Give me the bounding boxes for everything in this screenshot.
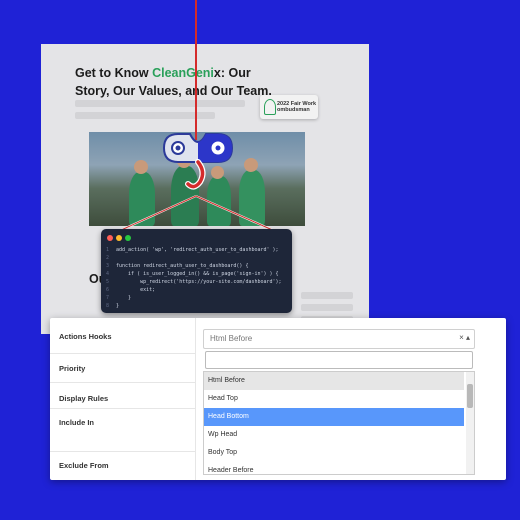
- dropdown-option[interactable]: Head Top: [204, 390, 464, 408]
- dropdown-scrollbar[interactable]: [466, 372, 474, 474]
- code-editor-window: 1 add_action( 'wp', 'redirect_auth_user_t…: [101, 229, 292, 313]
- clear-and-collapse-icon[interactable]: × ▴: [459, 333, 470, 342]
- actions-hooks-select[interactable]: Html Before × ▴: [203, 329, 475, 349]
- maximize-dot-icon: [125, 235, 131, 241]
- include-in-label: Include In: [59, 418, 95, 427]
- code-line: 6 exit;: [106, 287, 156, 293]
- code-line: 8}: [106, 303, 120, 309]
- scrollbar-thumb[interactable]: [467, 384, 473, 408]
- dropdown-option[interactable]: Body Top: [204, 444, 464, 462]
- close-dot-icon: [107, 235, 113, 241]
- dropdown-option-selected[interactable]: Head Bottom: [204, 408, 464, 426]
- dropdown-option[interactable]: Header Before: [204, 462, 464, 474]
- hook-icon: [162, 133, 234, 190]
- hook-options-dropdown: Html Before Head Top Head Bottom Wp Head…: [203, 371, 475, 475]
- row-divider: [50, 451, 195, 452]
- select-value: Html Before: [210, 334, 253, 343]
- display-rules-heading: Display Rules: [59, 394, 109, 403]
- row-divider: [50, 408, 195, 409]
- code-line: 2: [106, 255, 110, 261]
- dropdown-option[interactable]: Html Before: [204, 372, 464, 390]
- code-line: 4 if ( is_user_logged_in() && is_page('s…: [106, 271, 279, 277]
- code-line: 7 }: [106, 295, 132, 301]
- exclude-from-label: Exclude From: [59, 461, 109, 470]
- actions-hooks-label: Actions Hooks: [59, 332, 112, 341]
- priority-label: Priority: [59, 364, 86, 373]
- row-divider: [50, 382, 195, 383]
- dropdown-search-input[interactable]: [205, 351, 473, 369]
- row-divider: [50, 353, 195, 354]
- column-divider: [195, 318, 196, 480]
- code-line: 1 add_action( 'wp', 'redirect_auth_user_t…: [106, 247, 279, 253]
- minimize-dot-icon: [116, 235, 122, 241]
- hook-settings-panel: Actions Hooks Priority Display Rules Inc…: [50, 318, 506, 480]
- code-line: 3 function redirect_auth_user_to_dashboar…: [106, 263, 249, 269]
- dropdown-option[interactable]: Wp Head: [204, 426, 464, 444]
- code-line: 5 wp_redirect('https://your-site.com/das…: [106, 279, 282, 285]
